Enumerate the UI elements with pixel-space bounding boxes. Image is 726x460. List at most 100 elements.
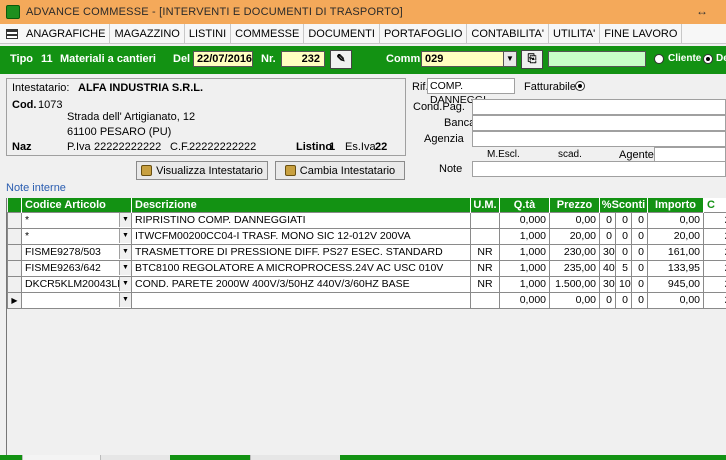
status-tab-2[interactable] [100, 455, 170, 460]
cell-qta[interactable]: 0,000 [499, 291, 550, 309]
menu-item-8[interactable]: FINE LAVORO [600, 23, 683, 44]
visualizza-intestatario-button[interactable]: Visualizza Intestatario [136, 161, 268, 180]
cell-um[interactable] [470, 227, 500, 245]
resize-arrows-icon[interactable]: ↔ [696, 4, 708, 18]
cell-c[interactable]: 2 [703, 259, 726, 277]
cell-desc[interactable]: ITWCFM00200CC04-I TRASF. MONO SIC 12-012… [131, 227, 471, 245]
col-descrizione[interactable]: Descrizione [131, 198, 471, 212]
menu-item-6[interactable]: CONTABILITA' [467, 23, 549, 44]
cell-c[interactable]: 2 [703, 211, 726, 229]
cell-s2[interactable]: 0 [615, 227, 632, 245]
cell-s1[interactable]: 0 [599, 227, 616, 245]
cell-s2[interactable]: 0 [615, 211, 632, 229]
cell-sel[interactable] [7, 259, 22, 277]
cell-s3[interactable]: 0 [630, 259, 649, 277]
menu-item-5[interactable]: PORTAFOGLIO [380, 23, 468, 44]
cell-importo[interactable]: 945,00 [647, 275, 705, 293]
col-prezzo[interactable]: Prezzo [549, 198, 600, 212]
cell-sel[interactable] [7, 275, 22, 293]
cell-c[interactable]: 2 [703, 291, 726, 309]
date-field[interactable]: 22/07/2016 [193, 51, 253, 67]
cell-s1[interactable]: 30 [599, 243, 616, 261]
cell-qta[interactable]: 1,000 [499, 275, 550, 293]
note-interne-label[interactable]: Note interne [6, 182, 66, 194]
cell-s3[interactable]: 0 [630, 291, 649, 309]
cell-code[interactable]: ▼ [21, 291, 132, 309]
cell-s2[interactable]: 5 [615, 259, 632, 277]
cell-code[interactable]: FISME9263/642 ▼ [21, 259, 132, 277]
cell-desc[interactable]: BTC8100 REGOLATORE A MICROPROCESS.24V AC… [131, 259, 471, 277]
cell-s3[interactable]: 0 [630, 211, 649, 229]
table-row[interactable]: ▶▼0,0000,000000,002 [7, 291, 726, 309]
cell-s3[interactable]: 0 [630, 243, 649, 261]
cell-um[interactable] [470, 291, 500, 309]
chevron-down-icon[interactable]: ▼ [119, 277, 131, 291]
lookup-icon[interactable]: ⎘ [521, 50, 543, 69]
cell-sel[interactable] [7, 211, 22, 229]
col-qta[interactable]: Q.tà [499, 198, 550, 212]
edit-icon[interactable]: ✎ [330, 50, 352, 69]
banca-field[interactable] [472, 115, 726, 131]
cell-s3[interactable]: 0 [630, 275, 649, 293]
cell-code[interactable]: DKCR5KLM20043LB ▼ [21, 275, 132, 293]
cell-desc[interactable]: RIPRISTINO COMP. DANNEGGIATI [131, 211, 471, 229]
cell-prezzo[interactable]: 0,00 [549, 291, 600, 309]
col-codice[interactable]: Codice Articolo [21, 198, 132, 212]
cell-s1[interactable]: 40 [599, 259, 616, 277]
commessa-description-field[interactable] [548, 51, 646, 67]
cell-sel[interactable]: ▶ [7, 291, 22, 309]
cell-s2[interactable]: 10 [615, 275, 632, 293]
agenzia-field[interactable] [472, 131, 726, 147]
cell-importo[interactable]: 133,95 [647, 259, 705, 277]
table-row[interactable]: * ▼ ITWCFM00200CC04-I TRASF. MONO SIC 12-0… [7, 227, 726, 245]
cell-s3[interactable]: 0 [630, 227, 649, 245]
commessa-combo[interactable]: 029 [421, 51, 515, 67]
cell-desc[interactable]: COND. PARETE 2000W 400V/3/50HZ 440V/3/60… [131, 275, 471, 293]
chevron-down-icon[interactable]: ▼ [503, 51, 517, 67]
chevron-down-icon[interactable]: ▼ [119, 213, 131, 227]
cell-qta[interactable]: 1,000 [499, 227, 550, 245]
de-radio[interactable] [703, 54, 713, 64]
cell-importo[interactable]: 0,00 [647, 211, 705, 229]
cell-s2[interactable]: 0 [615, 243, 632, 261]
col-um[interactable]: U.M. [470, 198, 500, 212]
cell-um[interactable]: NR [470, 259, 500, 277]
cell-sel[interactable] [7, 243, 22, 261]
cell-c[interactable]: 2 [703, 227, 726, 245]
cell-qta[interactable]: 1,000 [499, 243, 550, 261]
chevron-down-icon[interactable]: ▼ [119, 261, 131, 275]
menu-item-1[interactable]: MAGAZZINO [110, 23, 185, 44]
table-row[interactable]: * ▼ RIPRISTINO COMP. DANNEGGIATI 0,000 0,00 0… [7, 211, 726, 229]
table-row[interactable]: DKCR5KLM20043LB ▼ COND. PARETE 2000W 400V/… [7, 275, 726, 293]
cell-qta[interactable]: 1,000 [499, 259, 550, 277]
cell-um[interactable] [470, 211, 500, 229]
menu-item-3[interactable]: COMMESSE [231, 23, 305, 44]
cell-s1[interactable]: 0 [599, 291, 616, 309]
menu-item-4[interactable]: DOCUMENTI [304, 23, 380, 44]
status-tab-3[interactable] [250, 455, 340, 460]
chevron-down-icon[interactable]: ▼ [119, 245, 131, 259]
cell-code[interactable]: * ▼ [21, 211, 132, 229]
cell-c[interactable]: 2 [703, 275, 726, 293]
cell-c[interactable]: 2 [703, 243, 726, 261]
fatturabile-radio[interactable] [575, 81, 585, 91]
condpag-field[interactable] [472, 99, 726, 115]
col-importo[interactable]: Importo [647, 198, 705, 212]
cell-qta[interactable]: 0,000 [499, 211, 550, 229]
cell-code[interactable]: * ▼ [21, 227, 132, 245]
cell-prezzo[interactable]: 230,00 [549, 243, 600, 261]
table-row[interactable]: FISME9263/642 ▼ BTC8100 REGOLATORE A MICRO… [7, 259, 726, 277]
chevron-down-icon[interactable]: ▼ [119, 229, 131, 243]
cell-prezzo[interactable]: 235,00 [549, 259, 600, 277]
cell-um[interactable]: NR [470, 243, 500, 261]
menu-list-icon[interactable] [6, 28, 18, 39]
rif-field[interactable]: COMP. DANNEGGI [427, 78, 515, 106]
cell-code[interactable]: FISME9278/503 ▼ [21, 243, 132, 261]
cell-s2[interactable]: 0 [615, 291, 632, 309]
chevron-down-icon[interactable]: ▼ [119, 293, 131, 307]
number-field[interactable]: 232 [281, 51, 325, 67]
cell-prezzo[interactable]: 20,00 [549, 227, 600, 245]
cell-importo[interactable]: 161,00 [647, 243, 705, 261]
cell-importo[interactable]: 20,00 [647, 227, 705, 245]
cell-s1[interactable]: 30 [599, 275, 616, 293]
